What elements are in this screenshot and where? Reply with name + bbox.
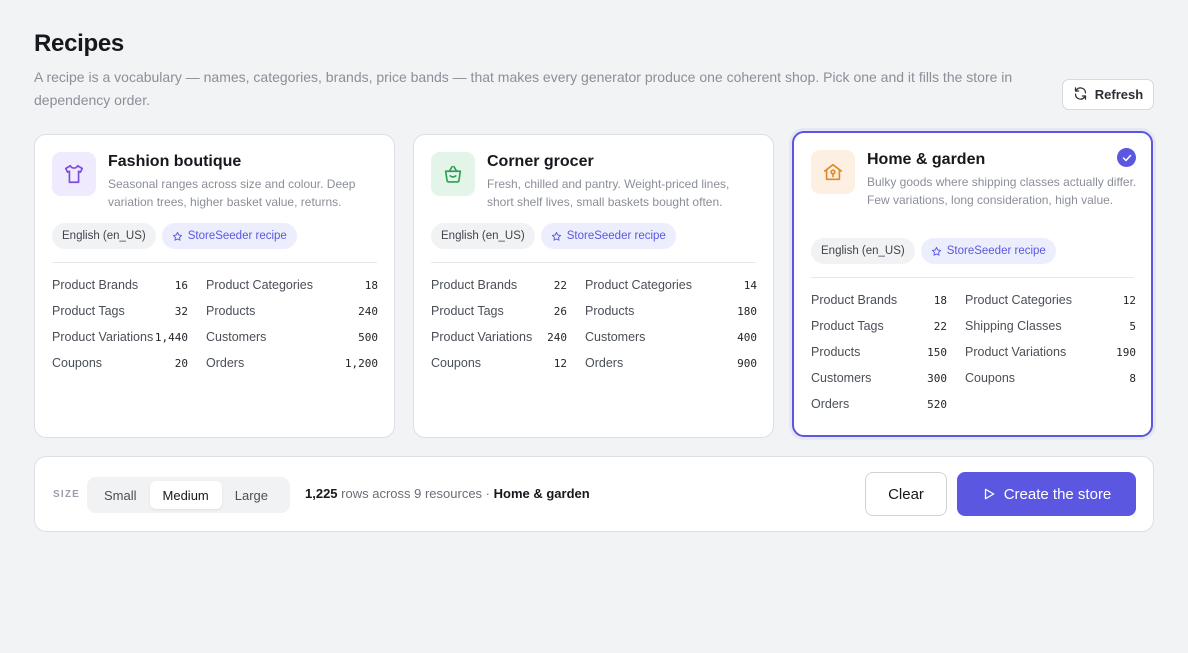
stats-grid: Product Brands 18 Product Categories 12 Pr… [811,291,1137,413]
summary-text: 1,225 rows across 9 resources · Home & g… [305,486,590,501]
card-description: Fresh, chilled and pantry. Weight-priced… [487,177,730,209]
refresh-label: Refresh [1094,87,1144,102]
recipe-card-grocer[interactable]: Corner grocer Fresh, chilled and pantry.… [413,134,774,438]
recipe-badge: StoreSeeder recipe [540,223,676,249]
stat-item: Product Variations 240 [431,330,567,344]
star-icon [172,231,182,241]
stat-item: Product Brands 16 [52,278,188,292]
recipe-card-home-garden[interactable]: Home & garden Bulky goods where shipping… [792,131,1153,437]
stat-item: Orders 1,200 [206,356,378,370]
stat-item: Orders 900 [585,356,757,370]
size-selector: Small Medium Large [87,477,290,513]
size-option-medium[interactable]: Medium [149,481,222,509]
check-icon [1117,148,1136,167]
stat-item: Product Brands 22 [431,278,567,292]
refresh-button[interactable]: Refresh [1062,79,1154,110]
stat-item: Product Categories 14 [585,278,757,292]
clear-button[interactable]: Clear [865,472,947,516]
create-store-button[interactable]: Create the store [957,472,1136,516]
stat-item: Customers 400 [585,330,757,344]
play-icon [984,488,995,500]
stat-item: Product Brands 18 [811,293,947,307]
star-icon [931,246,941,256]
size-option-large[interactable]: Large [222,481,281,509]
card-description: Bulky goods where shipping classes actua… [867,175,1137,207]
stats-grid: Product Brands 16 Product Categories 18 Pr… [52,276,378,372]
recipe-card-fashion[interactable]: Fashion boutique Seasonal ranges across … [34,134,395,438]
create-store-label: Create the store [1003,485,1112,503]
star-icon [551,231,561,241]
size-label: SIZE [53,489,81,500]
recipe-badge: StoreSeeder recipe [161,223,297,249]
stat-item: Product Tags 32 [52,304,188,318]
stat-item: Products 150 [811,345,947,359]
recipe-badge: StoreSeeder recipe [920,238,1056,264]
rows-count: 1,225 [305,486,338,501]
house-icon [811,150,855,194]
stat-item: Product Tags 22 [811,319,947,333]
stat-item: Product Variations 1,440 [52,330,188,344]
selected-recipe: Home & garden [493,486,590,501]
shirt-icon [52,152,96,196]
stat-item: Coupons 20 [52,356,188,370]
stat-item: Customers 500 [206,330,378,344]
stat-item: Orders 520 [811,397,947,411]
refresh-icon [1073,86,1088,104]
locale-badge: English (en_US) [811,238,915,264]
locale-badge: English (en_US) [52,223,156,249]
stat-item: Product Categories 12 [965,293,1136,307]
stat-item: Product Categories 18 [206,278,378,292]
create-store-bar: SIZE Small Medium Large 1,225 rows acros… [34,456,1154,532]
page-description: A recipe is a vocabulary — names, catego… [34,69,1013,108]
card-description: Seasonal ranges across size and colour. … [108,177,356,209]
stats-grid: Product Brands 22 Product Categories 14 Pr… [431,276,757,372]
stat-item: Product Tags 26 [431,304,567,318]
stat-item: Products 240 [206,304,378,318]
stat-item: Customers 300 [811,371,947,385]
stat-item: Products 180 [585,304,757,318]
rows-text: rows across 9 resources · [341,486,490,501]
card-title: Corner grocer [487,153,594,170]
stat-item: Coupons 12 [431,356,567,370]
basket-icon [431,152,475,196]
locale-badge: English (en_US) [431,223,535,249]
card-title: Home & garden [867,151,986,168]
page-title: Recipes [34,30,124,57]
stat-item: Coupons 8 [965,371,1136,385]
divider [431,262,756,263]
stat-item: Shipping Classes 5 [965,319,1136,333]
divider [811,277,1134,278]
divider [52,262,377,263]
stat-item: Product Variations 190 [965,345,1136,359]
card-title: Fashion boutique [108,153,242,170]
size-option-small[interactable]: Small [91,481,150,509]
